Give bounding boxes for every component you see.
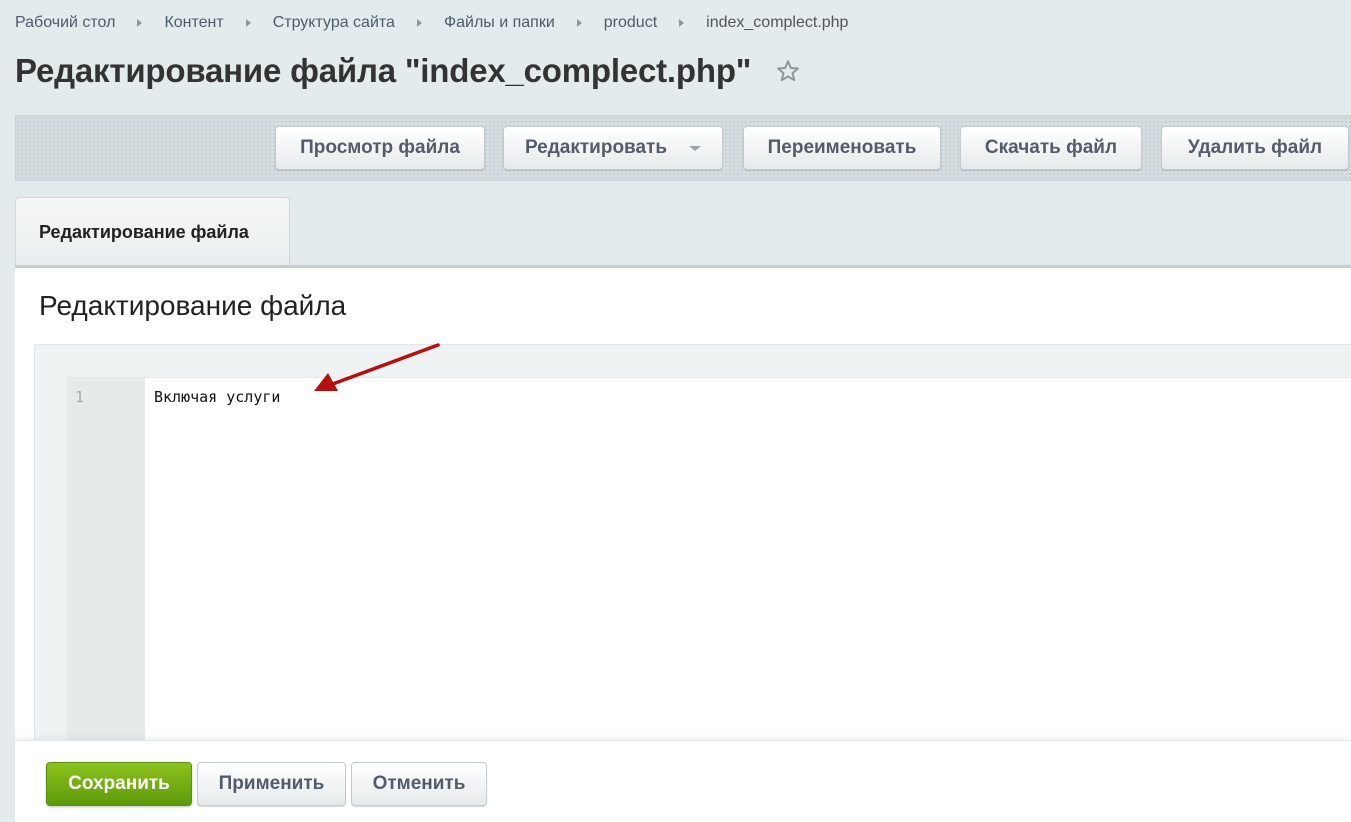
apply-button[interactable]: Применить	[197, 762, 346, 806]
edit-dropdown-button[interactable]: Редактировать	[503, 126, 723, 170]
chevron-right-icon	[679, 19, 685, 27]
view-file-label: Просмотр файла	[300, 137, 460, 158]
line-number-gutter: 1	[67, 378, 145, 746]
breadcrumb-item-content[interactable]: Контент	[164, 14, 223, 32]
chevron-right-icon	[137, 19, 143, 27]
chevron-right-icon	[416, 19, 422, 27]
view-file-button[interactable]: Просмотр файла	[275, 126, 485, 170]
edit-panel: Редактирование файла 1 Включая услуги	[15, 265, 1351, 821]
line-number: 1	[75, 388, 85, 406]
chevron-right-icon	[245, 19, 251, 27]
rename-label: Переименовать	[767, 137, 917, 158]
rename-button[interactable]: Переименовать	[743, 126, 941, 170]
apply-label: Применить	[218, 773, 325, 794]
download-file-button[interactable]: Скачать файл	[960, 126, 1142, 170]
breadcrumb-item-site-structure[interactable]: Структура сайта	[273, 14, 395, 32]
chevron-right-icon	[576, 19, 582, 27]
delete-file-button[interactable]: Удалить файл	[1161, 126, 1349, 170]
save-button[interactable]: Сохранить	[46, 762, 192, 806]
cancel-label: Отменить	[372, 773, 466, 794]
section-title: Редактирование файла	[39, 290, 347, 321]
page-title: Редактирование файла "index_complect.php…	[15, 52, 752, 89]
breadcrumb-current: index_complect.php	[706, 14, 849, 31]
chevron-down-icon	[689, 145, 702, 151]
tab-label: Редактирование файла	[39, 222, 249, 242]
toolbar: Просмотр файла Редактировать Переименова…	[15, 115, 1351, 181]
save-label: Сохранить	[68, 773, 170, 794]
tab-edit-file[interactable]: Редактирование файла	[15, 197, 290, 267]
download-file-label: Скачать файл	[984, 137, 1118, 158]
breadcrumb: Рабочий стол Контент Структура сайта Фай…	[15, 13, 848, 33]
page-header: Редактирование файла "index_complect.php…	[15, 52, 801, 90]
breadcrumb-item-files-folders[interactable]: Файлы и папки	[444, 14, 555, 32]
edit-label: Редактировать	[524, 137, 668, 158]
cancel-button[interactable]: Отменить	[351, 762, 487, 806]
form-footer: Сохранить Применить Отменить	[15, 740, 1351, 822]
breadcrumb-item-desktop[interactable]: Рабочий стол	[15, 14, 115, 32]
code-line[interactable]: Включая услуги	[154, 388, 280, 406]
star-outline-icon[interactable]	[775, 58, 801, 84]
code-editor[interactable]: 1 Включая услуги	[67, 377, 1351, 746]
editor-frame: 1 Включая услуги	[34, 344, 1351, 746]
breadcrumb-item-product[interactable]: product	[604, 14, 657, 32]
delete-file-label: Удалить файл	[1187, 137, 1323, 158]
